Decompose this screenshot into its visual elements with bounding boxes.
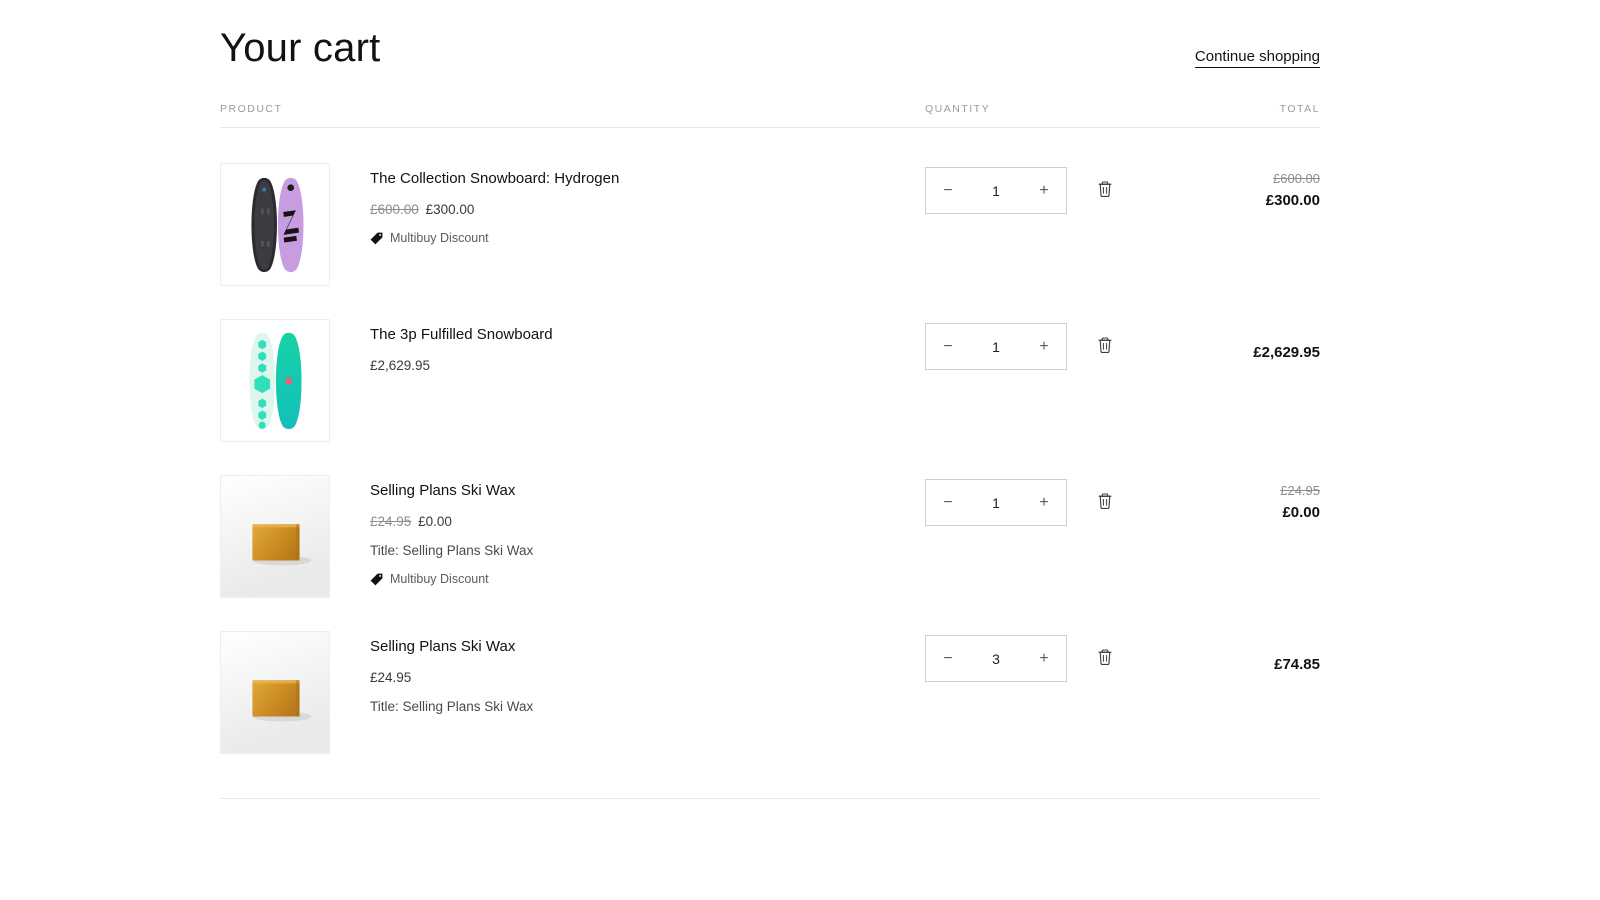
product-thumbnail-link[interactable] — [220, 163, 330, 286]
product-title-link[interactable]: Selling Plans Ski Wax — [370, 637, 515, 657]
remove-item-button[interactable] — [1083, 323, 1127, 367]
quantity-decrease-button[interactable]: − — [926, 480, 970, 525]
quantity-increase-button[interactable]: + — [1022, 168, 1066, 213]
product-image-cell — [220, 631, 370, 754]
quantity-cell: − + — [925, 319, 1250, 370]
cart-items-list: The Collection Snowboard: Hydrogen £600.… — [220, 128, 1320, 798]
snowboard-teal-image — [221, 320, 329, 441]
cart-row: The Collection Snowboard: Hydrogen £600.… — [220, 128, 1320, 286]
total-final: £2,629.95 — [1253, 344, 1320, 361]
total-final: £0.00 — [1282, 503, 1320, 521]
product-image-cell — [220, 163, 370, 286]
remove-item-button[interactable] — [1083, 479, 1127, 523]
price-tag-icon — [370, 573, 383, 586]
product-variant: Title: Selling Plans Ski Wax — [370, 543, 534, 559]
product-details-cell: The Collection Snowboard: Hydrogen £600.… — [370, 163, 925, 248]
product-discount-label: Multibuy Discount — [390, 572, 489, 587]
cart-column-headers: PRODUCT QUANTITY TOTAL — [220, 103, 1320, 128]
remove-item-button[interactable] — [1083, 635, 1127, 679]
total-final: £300.00 — [1265, 191, 1320, 209]
cart-container: Your cart Continue shopping PRODUCT QUAN… — [220, 0, 1320, 799]
product-price: £600.00 £300.00 — [370, 201, 925, 220]
product-price: £2,629.95 — [370, 357, 925, 376]
continue-shopping-link[interactable]: Continue shopping — [1194, 48, 1320, 68]
product-title-link[interactable]: The 3p Fulfilled Snowboard — [370, 325, 553, 345]
product-price-original: £600.00 — [370, 202, 419, 218]
product-thumbnail-link[interactable] — [220, 475, 330, 598]
ski-wax-image — [221, 632, 329, 753]
quantity-decrease-button[interactable]: − — [926, 168, 970, 213]
cart-footer-divider — [220, 798, 1320, 799]
total-original: £24.95 — [1280, 483, 1320, 498]
cart-row: Selling Plans Ski Wax £24.95 £0.00 Title… — [220, 442, 1320, 598]
quantity-increase-button[interactable]: + — [1022, 324, 1066, 369]
total-cell: £24.95 £0.00 — [1250, 475, 1320, 524]
column-header-quantity: QUANTITY — [925, 103, 991, 115]
product-price-final: £2,629.95 — [370, 358, 431, 374]
product-details-cell: Selling Plans Ski Wax £24.95 Title: Sell… — [370, 631, 925, 727]
quantity-cell: − + — [925, 631, 1250, 682]
product-discount: Multibuy Discount — [370, 571, 925, 589]
price-tag-icon — [370, 232, 383, 245]
product-discount-label: Multibuy Discount — [390, 231, 489, 246]
product-details-cell: Selling Plans Ski Wax £24.95 £0.00 Title… — [370, 475, 925, 589]
total-original: £600.00 — [1273, 171, 1320, 186]
product-price-final: £300.00 — [425, 202, 475, 218]
quantity-input[interactable] — [970, 650, 1022, 667]
quantity-increase-button[interactable]: + — [1022, 480, 1066, 525]
quantity-stepper: − + — [925, 479, 1067, 526]
trash-icon — [1097, 492, 1113, 510]
quantity-cell: − + — [925, 163, 1250, 214]
quantity-input[interactable] — [970, 338, 1022, 355]
product-price-final: £0.00 — [418, 514, 452, 530]
remove-item-button[interactable] — [1083, 167, 1127, 211]
quantity-increase-button[interactable]: + — [1022, 636, 1066, 681]
product-thumbnail-link[interactable] — [220, 319, 330, 442]
product-price: £24.95 £0.00 — [370, 513, 925, 532]
trash-icon — [1097, 180, 1113, 198]
cart-row: Selling Plans Ski Wax £24.95 Title: Sell… — [220, 598, 1320, 798]
quantity-decrease-button[interactable]: − — [926, 324, 970, 369]
page-title: Your cart — [220, 26, 381, 70]
quantity-input[interactable] — [970, 494, 1022, 511]
cart-row: The 3p Fulfilled Snowboard £2,629.95 − + — [220, 286, 1320, 442]
quantity-cell: − + — [925, 475, 1250, 526]
total-cell: £2,629.95 — [1250, 319, 1320, 364]
quantity-input[interactable] — [970, 182, 1022, 199]
product-variant: Title: Selling Plans Ski Wax — [370, 699, 534, 715]
product-image-cell — [220, 319, 370, 442]
column-header-total: TOTAL — [1279, 103, 1320, 115]
product-details-cell: The 3p Fulfilled Snowboard £2,629.95 — [370, 319, 925, 386]
quantity-decrease-button[interactable]: − — [926, 636, 970, 681]
quantity-stepper: − + — [925, 323, 1067, 370]
product-price-final: £24.95 — [370, 670, 412, 686]
column-header-product: PRODUCT — [220, 103, 283, 115]
ski-wax-image — [221, 476, 329, 597]
total-cell: £600.00 £300.00 — [1250, 163, 1320, 212]
total-final: £74.85 — [1274, 656, 1320, 673]
snowboard-hydrogen-image — [221, 164, 329, 285]
cart-header: Your cart Continue shopping — [220, 0, 1320, 70]
trash-icon — [1097, 336, 1113, 354]
product-price: £24.95 — [370, 669, 925, 688]
trash-icon — [1097, 648, 1113, 666]
product-thumbnail-link[interactable] — [220, 631, 330, 754]
product-price-original: £24.95 — [370, 514, 412, 530]
total-cell: £74.85 — [1250, 631, 1320, 676]
cart-page: Your cart Continue shopping PRODUCT QUAN… — [0, 0, 1600, 900]
quantity-stepper: − + — [925, 167, 1067, 214]
product-title-link[interactable]: The Collection Snowboard: Hydrogen — [370, 169, 619, 189]
quantity-stepper: − + — [925, 635, 1067, 682]
product-discount: Multibuy Discount — [370, 230, 925, 248]
product-title-link[interactable]: Selling Plans Ski Wax — [370, 481, 515, 501]
product-image-cell — [220, 475, 370, 598]
